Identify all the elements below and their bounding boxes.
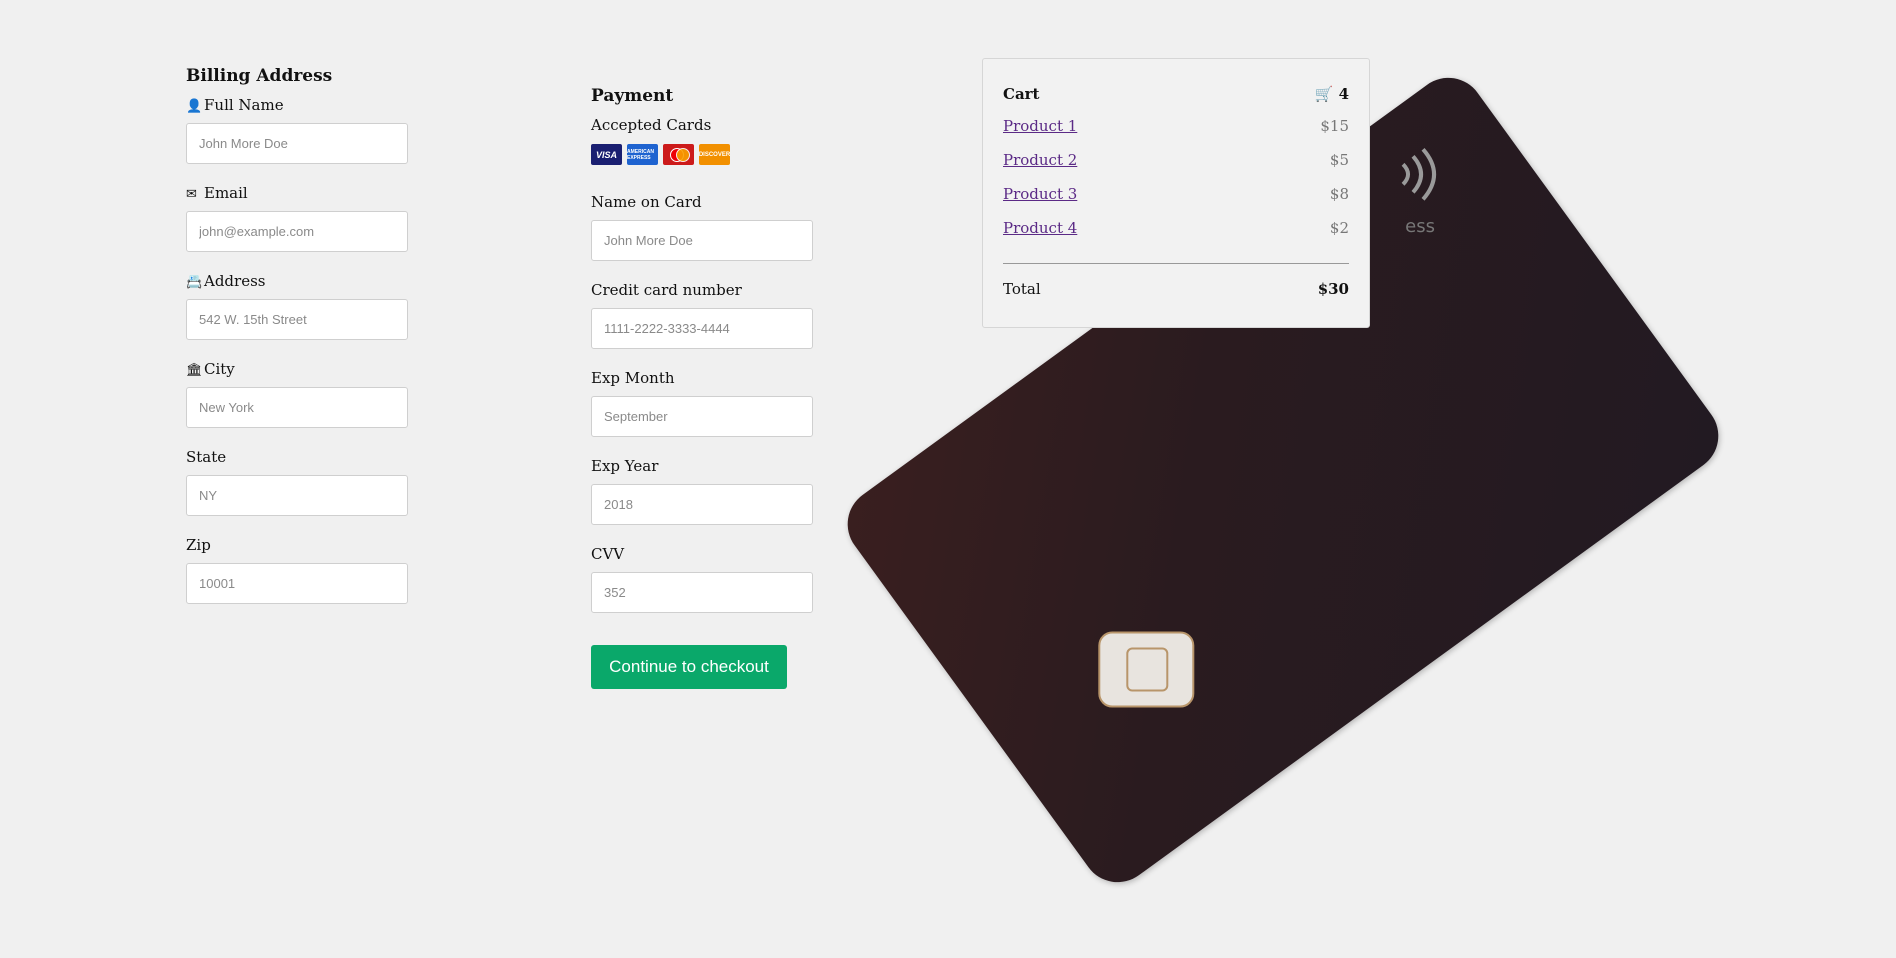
city-label: 🏛City <box>186 360 235 378</box>
cart-item-price: $5 <box>1329 151 1349 169</box>
cart-item-link-product-2[interactable]: Product 2 <box>1003 151 1077 169</box>
cart-item-link-product-4[interactable]: Product 4 <box>1003 219 1077 237</box>
email-label: ✉ Email <box>186 184 248 202</box>
amex-icon: AMERICAN EXPRESS <box>627 144 658 165</box>
payment-heading: Payment <box>591 86 674 106</box>
shopping-cart-icon: 🛒 <box>1314 85 1334 103</box>
state-label: State <box>186 448 227 466</box>
full-name-input[interactable] <box>186 123 408 164</box>
total-label: Total <box>1003 280 1041 298</box>
cart-item-price: $2 <box>1329 219 1349 237</box>
address-label: 📇 Address <box>186 272 266 290</box>
card-brand-text: ess <box>1405 215 1436 237</box>
cart-total-row: Total $30 <box>1003 280 1349 298</box>
accepted-cards-label: Accepted Cards <box>591 116 712 134</box>
discover-icon: DISCOVER <box>699 144 730 165</box>
city-input[interactable] <box>186 387 408 428</box>
cart-count-badge: 🛒 4 <box>1314 85 1349 103</box>
cart-item-price: $8 <box>1329 185 1349 203</box>
total-value: $30 <box>1317 280 1349 298</box>
cart-divider <box>1003 263 1349 264</box>
cart-item-link-product-3[interactable]: Product 3 <box>1003 185 1077 203</box>
cvv-label: CVV <box>591 545 625 563</box>
accepted-cards-row: VISA AMERICAN EXPRESS DISCOVER <box>591 144 813 165</box>
cart-title: Cart <box>1003 85 1040 103</box>
cart-panel: Cart 🛒 4 Product 1 $15 Product 2 $5 Prod… <box>982 58 1370 328</box>
email-input[interactable] <box>186 211 408 252</box>
user-icon: 👤 <box>186 99 203 114</box>
cart-item: Product 1 $15 <box>1003 117 1349 151</box>
name-on-card-label: Name on Card <box>591 193 702 211</box>
visa-icon: VISA <box>591 144 622 165</box>
state-input[interactable] <box>186 475 408 516</box>
billing-heading: Billing Address <box>186 66 333 86</box>
contactless-icon <box>1401 147 1437 201</box>
exp-year-label: Exp Year <box>591 457 659 475</box>
continue-to-checkout-button[interactable]: Continue to checkout <box>591 645 787 689</box>
cart-header: Cart 🛒 4 <box>1003 85 1349 103</box>
zip-input[interactable] <box>186 563 408 604</box>
billing-address-section: Billing Address 👤Full Name ✉Email 📇Addre… <box>186 66 408 624</box>
card-number-label: Credit card number <box>591 281 742 299</box>
exp-month-label: Exp Month <box>591 369 675 387</box>
address-card-icon: 📇 <box>186 275 203 290</box>
mastercard-icon <box>663 144 694 165</box>
card-chip-icon <box>1098 631 1195 708</box>
card-number-input[interactable] <box>591 308 813 349</box>
cart-item: Product 2 $5 <box>1003 151 1349 185</box>
exp-year-input[interactable] <box>591 484 813 525</box>
full-name-label: 👤 Full Name <box>186 96 284 114</box>
cart-item-link-product-1[interactable]: Product 1 <box>1003 117 1077 135</box>
payment-section: Payment Accepted Cards VISA AMERICAN EXP… <box>591 86 813 689</box>
exp-month-input[interactable] <box>591 396 813 437</box>
cart-item: Product 3 $8 <box>1003 185 1349 219</box>
address-input[interactable] <box>186 299 408 340</box>
cart-item-price: $15 <box>1320 117 1349 135</box>
envelope-icon: ✉ <box>186 187 197 202</box>
institution-icon: 🏛 <box>186 363 203 378</box>
name-on-card-input[interactable] <box>591 220 813 261</box>
zip-label: Zip <box>186 536 211 554</box>
cvv-input[interactable] <box>591 572 813 613</box>
cart-item: Product 4 $2 <box>1003 219 1349 253</box>
